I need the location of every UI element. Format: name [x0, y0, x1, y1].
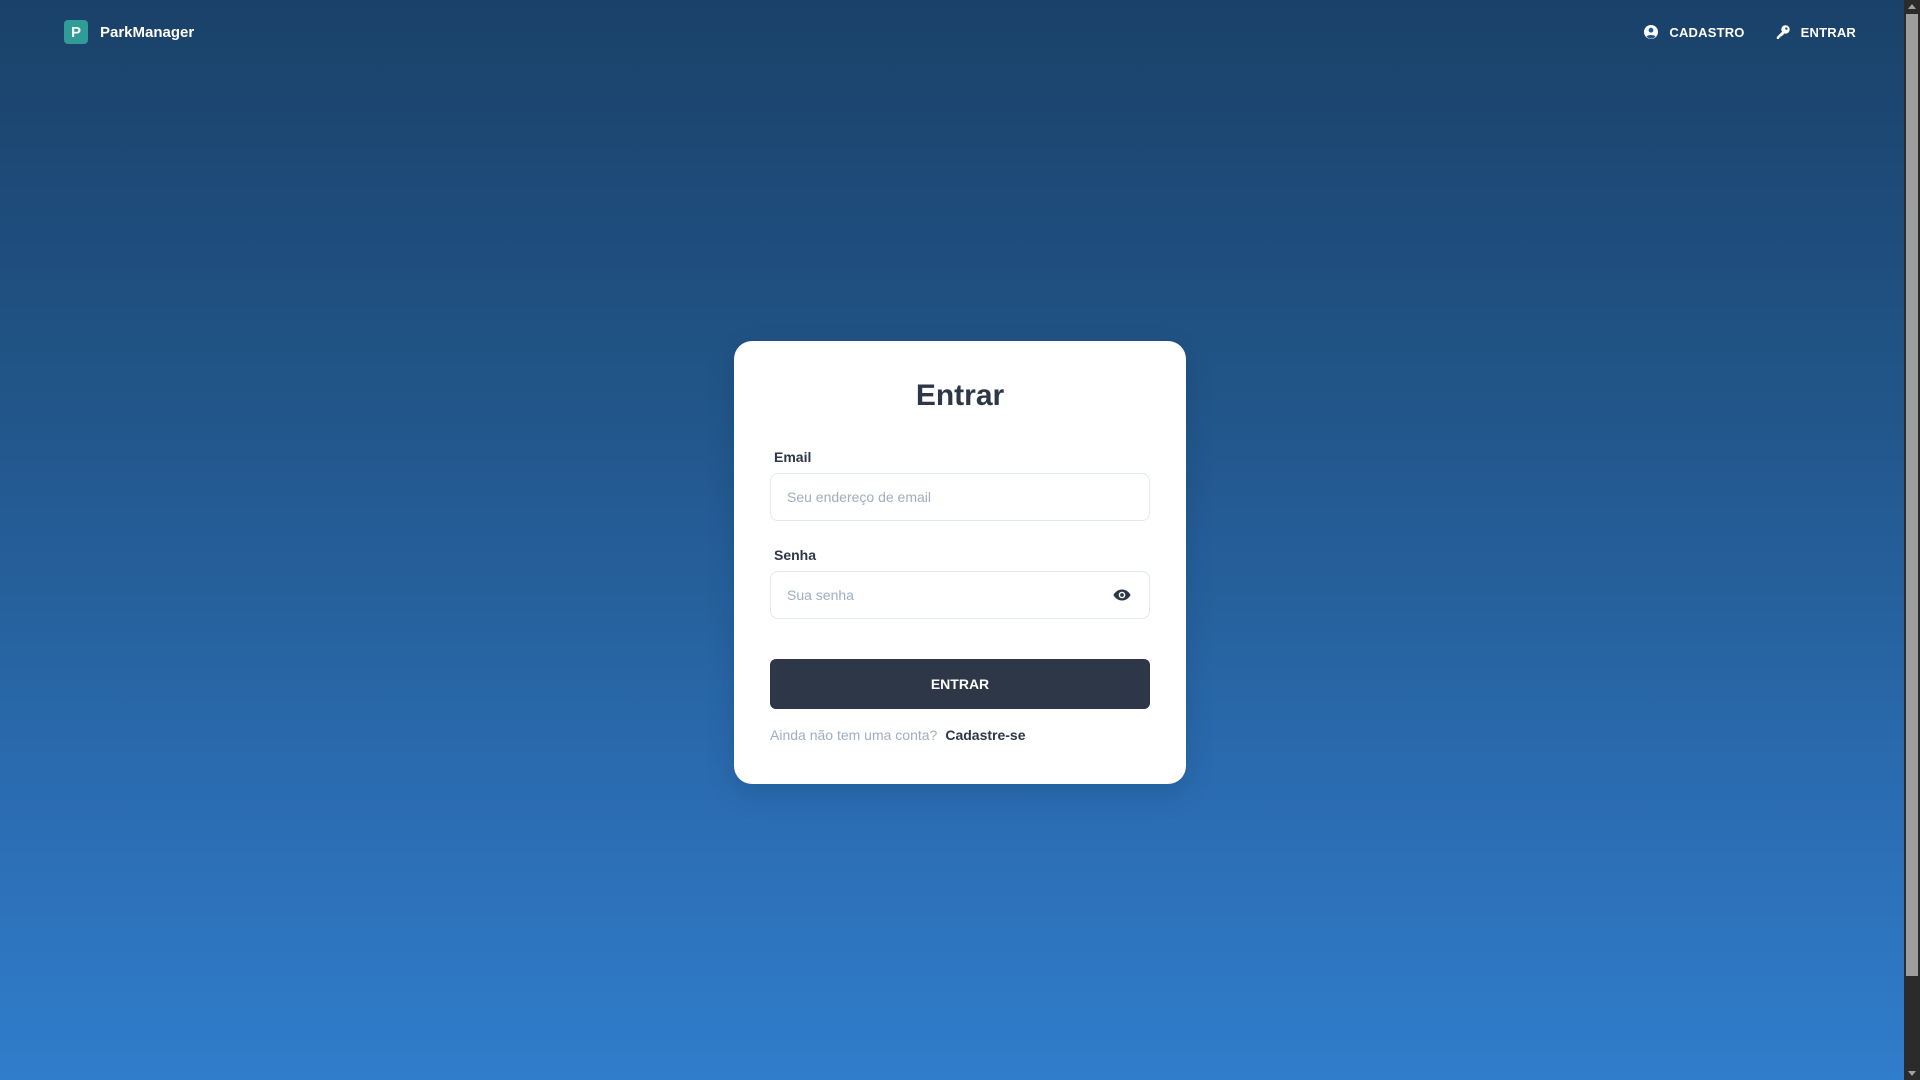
key-icon [1775, 24, 1791, 40]
vertical-scrollbar[interactable] [1904, 0, 1920, 1080]
nav-links: CADASTRO ENTRAR [1643, 20, 1856, 44]
signup-prompt: Ainda não tem uma conta? Cadastre-se [770, 727, 1150, 743]
scroll-up-arrow-icon[interactable] [1908, 4, 1916, 9]
email-input[interactable] [770, 473, 1150, 521]
brand-logo: P [64, 20, 88, 44]
email-label: Email [774, 449, 812, 465]
eye-icon[interactable] [1112, 585, 1132, 605]
user-circle-icon [1643, 24, 1659, 40]
password-label: Senha [774, 547, 817, 563]
nav-link-entrar[interactable]: ENTRAR [1775, 20, 1856, 44]
signup-link[interactable]: Cadastre-se [945, 727, 1025, 743]
scrollbar-thumb[interactable] [1906, 14, 1918, 976]
page-viewport: P ParkManager CADASTRO ENTRAR Entrar Ema… [0, 0, 1904, 1080]
password-input[interactable] [770, 571, 1150, 619]
top-navbar: P ParkManager CADASTRO ENTRAR [0, 0, 1904, 64]
nav-link-cadastro-label: CADASTRO [1669, 24, 1745, 40]
nav-link-entrar-label: ENTRAR [1800, 24, 1856, 40]
scroll-down-arrow-icon[interactable] [1908, 1071, 1916, 1076]
brand-name: ParkManager [100, 23, 195, 41]
nav-link-cadastro[interactable]: CADASTRO [1643, 20, 1744, 44]
no-account-text: Ainda não tem uma conta? [770, 727, 938, 743]
login-card: Entrar Email Senha ENTRAR Ainda não tem … [734, 341, 1186, 784]
email-field-wrapper [770, 473, 1150, 521]
password-field-wrapper [770, 571, 1150, 619]
submit-login-button[interactable]: ENTRAR [770, 659, 1150, 709]
login-title: Entrar [915, 379, 1005, 412]
brand-home-link[interactable]: P ParkManager [64, 20, 194, 44]
